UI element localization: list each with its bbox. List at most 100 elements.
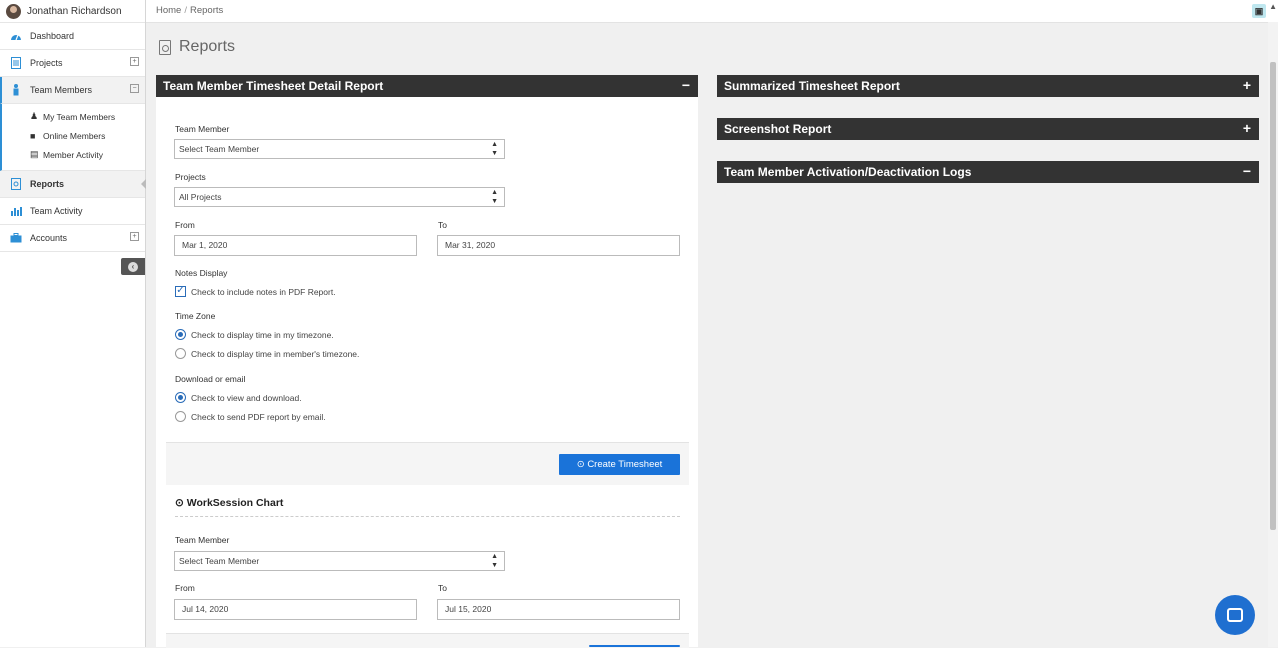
- section-title-text: WorkSession Chart: [186, 497, 284, 509]
- breadcrumb-home[interactable]: Home: [156, 5, 181, 16]
- activation-logs-panel-header[interactable]: Team Member Activation/Deactivation Logs…: [717, 161, 1259, 183]
- panel-title: Screenshot Report: [724, 122, 832, 136]
- option-label: Check to display time in member's timezo…: [191, 348, 360, 359]
- sidebar-item-accounts[interactable]: Accounts +: [0, 225, 145, 252]
- expand-icon[interactable]: +: [130, 57, 139, 66]
- sidebar-item-dashboard[interactable]: Dashboard: [0, 23, 145, 50]
- collapse-icon[interactable]: −: [130, 84, 139, 93]
- user-profile[interactable]: Jonathan Richardson: [0, 0, 145, 23]
- panel-title: Summarized Timesheet Report: [724, 79, 900, 93]
- briefcase-icon: [9, 231, 23, 245]
- to-label: To: [438, 220, 447, 230]
- sidebar-item-team-activity[interactable]: Team Activity: [0, 198, 145, 225]
- breadcrumb: Home / Reports: [156, 5, 223, 16]
- to-date-input[interactable]: Mar 31, 2020: [437, 235, 680, 256]
- document-icon: [9, 56, 23, 70]
- pdf-icon: [159, 39, 171, 55]
- ws-team-member-select[interactable]: Select Team Member ▲ ▼: [174, 551, 505, 571]
- sub-item-label: My Team Members: [43, 111, 116, 122]
- sidebar-item-label: Accounts: [30, 233, 68, 243]
- page-title-text: Reports: [179, 38, 236, 55]
- sub-item-member-activity[interactable]: ▤ Member Activity: [30, 145, 145, 164]
- scrollbar-thumb[interactable]: [1270, 62, 1276, 530]
- dashboard-icon: [9, 29, 23, 43]
- ws-to-date-input[interactable]: Jul 15, 2020: [437, 599, 680, 620]
- chat-launcher-button[interactable]: [1215, 595, 1255, 635]
- send-email-option[interactable]: Check to send PDF report by email.: [175, 411, 326, 422]
- select-caret-icon: ▲ ▼: [491, 141, 498, 157]
- sidebar-collapse-button[interactable]: ‹: [121, 258, 145, 275]
- scroll-up-icon[interactable]: ▲: [1269, 2, 1277, 11]
- summarized-panel-header[interactable]: Summarized Timesheet Report +: [717, 75, 1259, 97]
- ws-from-label: From: [175, 583, 195, 593]
- section-divider: [175, 516, 680, 517]
- pdf-icon: [9, 177, 23, 191]
- select-value: Select Team Member: [179, 144, 260, 154]
- my-timezone-option[interactable]: Check to display time in my timezone.: [175, 329, 334, 340]
- page-scrollbar[interactable]: [1268, 22, 1278, 647]
- ws-to-label: To: [438, 583, 447, 593]
- sidebar-item-label: Team Members: [30, 85, 93, 95]
- option-label: Check to display time in my timezone.: [191, 329, 334, 340]
- collapse-icon[interactable]: −: [682, 77, 690, 93]
- projects-label: Projects: [175, 172, 206, 182]
- my-timezone-radio[interactable]: [175, 329, 186, 340]
- notes-display-label: Notes Display: [175, 268, 228, 278]
- include-notes-option[interactable]: ✓ Check to include notes in PDF Report.: [175, 286, 336, 297]
- timesheet-panel-header[interactable]: Team Member Timesheet Detail Report −: [156, 75, 698, 97]
- time-zone-label: Time Zone: [175, 311, 216, 321]
- view-download-radio[interactable]: [175, 392, 186, 403]
- sidebar-item-label: Reports: [30, 179, 65, 189]
- id-card-icon: ▤: [30, 149, 39, 159]
- from-date-input[interactable]: Mar 1, 2020: [174, 235, 417, 256]
- breadcrumb-current: Reports: [189, 5, 224, 16]
- collapse-icon[interactable]: −: [1243, 163, 1251, 179]
- page-title: Reports: [159, 38, 235, 56]
- expand-icon[interactable]: +: [130, 232, 139, 241]
- sidebar-item-label: Team Activity: [30, 206, 83, 216]
- team-members-submenu: ♟ My Team Members ■ Online Members ▤ Mem…: [0, 104, 145, 171]
- sidebar: Jonathan Richardson Dashboard Projects +…: [0, 0, 146, 647]
- sidebar-item-reports[interactable]: Reports: [0, 171, 146, 198]
- ws-from-date-input[interactable]: Jul 14, 2020: [174, 599, 417, 620]
- select-caret-icon: ▲ ▼: [491, 189, 498, 205]
- sidebar-item-label: Dashboard: [30, 31, 75, 41]
- chat-icon: [1227, 608, 1243, 622]
- include-notes-checkbox[interactable]: ✓: [175, 286, 186, 297]
- select-value: All Projects: [179, 192, 222, 202]
- team-member-select[interactable]: Select Team Member ▲ ▼: [174, 139, 505, 159]
- clock-icon: ⊙: [175, 497, 184, 509]
- sub-item-my-team-members[interactable]: ♟ My Team Members: [30, 107, 145, 126]
- user-name: Jonathan Richardson: [27, 5, 122, 17]
- send-email-radio[interactable]: [175, 411, 186, 422]
- panel-title: Team Member Activation/Deactivation Logs: [724, 165, 972, 179]
- projects-select[interactable]: All Projects ▲ ▼: [174, 187, 505, 207]
- sidebar-item-projects[interactable]: Projects +: [0, 50, 145, 77]
- worksession-section-title: ⊙ WorkSession Chart: [175, 497, 283, 509]
- create-timesheet-button[interactable]: ⊙ Create Timesheet: [559, 454, 680, 475]
- user-square-icon: ■: [30, 130, 36, 141]
- expand-icon[interactable]: +: [1243, 120, 1251, 136]
- person-icon: [9, 83, 23, 97]
- translate-icon[interactable]: ▣: [1252, 4, 1266, 18]
- download-or-email-label: Download or email: [175, 374, 246, 384]
- member-timezone-option[interactable]: Check to display time in member's timezo…: [175, 348, 359, 359]
- member-timezone-radio[interactable]: [175, 348, 186, 359]
- view-download-option[interactable]: Check to view and download.: [175, 392, 302, 403]
- sidebar-item-team-members[interactable]: Team Members −: [0, 77, 145, 104]
- avatar: [6, 3, 21, 19]
- screenshot-panel-header[interactable]: Screenshot Report +: [717, 118, 1259, 140]
- from-label: From: [175, 220, 195, 230]
- sub-item-online-members[interactable]: ■ Online Members: [30, 126, 145, 145]
- clock-icon: ⊙: [576, 459, 585, 470]
- bar-chart-icon: [9, 204, 23, 218]
- top-bar: Home / Reports ▣ ▲: [146, 0, 1278, 23]
- ws-team-member-label: Team Member: [175, 535, 230, 545]
- panel-title: Team Member Timesheet Detail Report: [163, 79, 384, 93]
- sub-item-label: Member Activity: [43, 149, 103, 160]
- option-label: Check to view and download.: [191, 392, 302, 403]
- button-label: Create Timesheet: [587, 459, 663, 470]
- select-caret-icon: ▲ ▼: [491, 553, 498, 569]
- users-icon: ♟: [30, 111, 39, 121]
- expand-icon[interactable]: +: [1243, 77, 1251, 93]
